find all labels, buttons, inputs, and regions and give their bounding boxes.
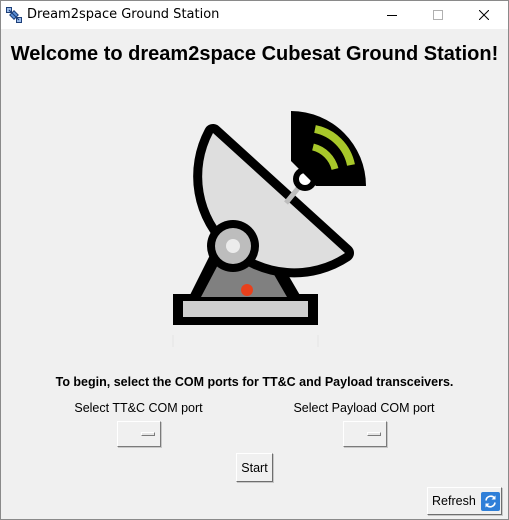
title-bar: Dream2space Ground Station [1,1,508,29]
app-icon [6,7,22,23]
window-title: Dream2space Ground Station [27,7,220,22]
payload-port-label: Select Payload COM port [293,401,435,415]
minimize-icon [387,15,397,16]
page-title: Welcome to dream2space Cubesat Ground St… [10,43,499,65]
close-button[interactable] [461,1,507,29]
start-button[interactable]: Start [236,453,273,482]
refresh-button[interactable]: Refresh [427,487,502,515]
payload-port-select[interactable] [343,421,387,447]
refresh-button-label: Refresh [432,494,476,508]
maximize-icon [433,10,443,20]
minimize-button[interactable] [369,1,415,29]
app-window: Dream2space Ground Station Welcome to dr… [0,0,509,520]
close-icon [479,10,489,20]
dropdown-indicator-icon [141,432,155,436]
instructions-text: To begin, select the COM ports for TT&C … [55,375,454,389]
satellite-dish-icon [172,111,366,347]
ttc-port-label: Select TT&C COM port [74,401,203,415]
maximize-button[interactable] [415,1,461,29]
refresh-icon [480,491,500,511]
dropdown-indicator-icon [367,432,381,436]
ttc-port-select[interactable] [117,421,161,447]
start-button-label: Start [241,460,268,475]
